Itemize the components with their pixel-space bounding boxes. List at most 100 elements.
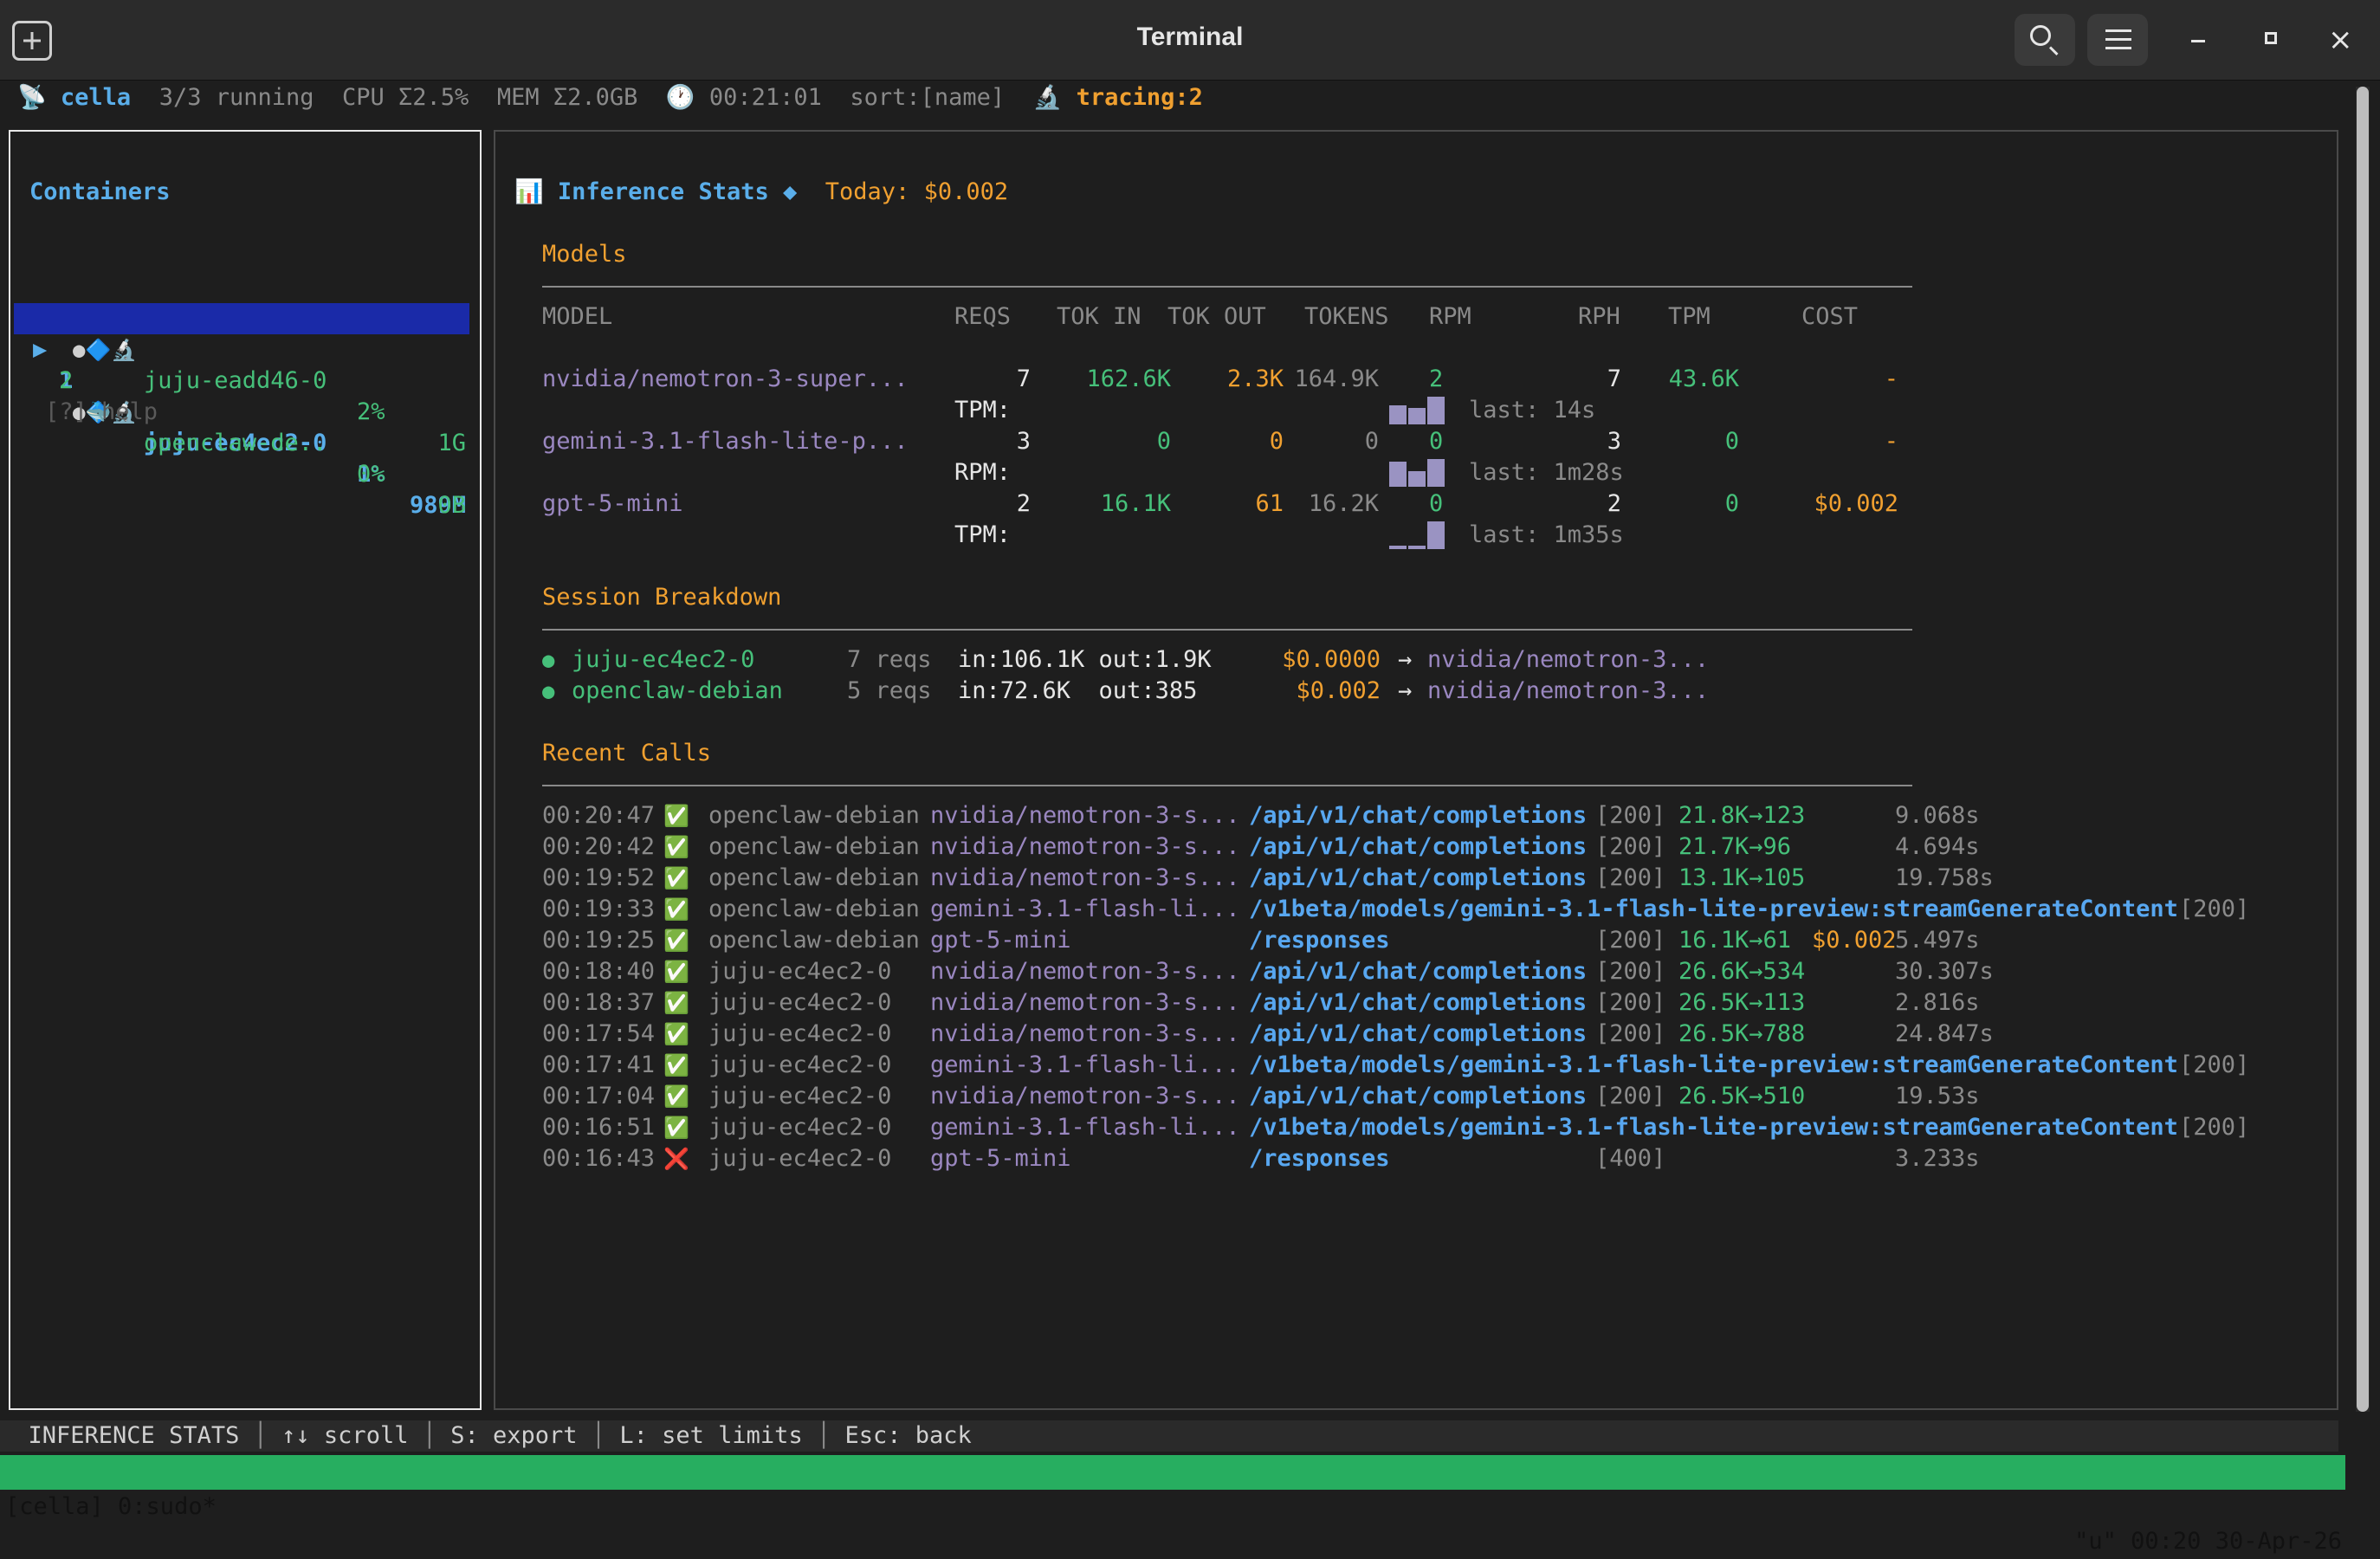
call-time: 00:19:52	[542, 864, 656, 891]
call-model: gemini-3.1-flash-li...	[930, 1051, 1240, 1078]
call-dur: 19.53s	[1895, 1083, 1980, 1109]
session-name: juju-ec4ec2-0	[572, 646, 755, 673]
call-path: /api/v1/chat/completions	[1249, 833, 1588, 860]
call-status: [200]	[1595, 833, 1666, 860]
key-set-limits: L: set limits	[619, 1422, 803, 1449]
session-heading: Session Breakdown	[542, 584, 782, 611]
call-path: /api/v1/chat/completions	[1249, 864, 1588, 891]
key-export: S: export	[450, 1422, 578, 1449]
call-time: 00:17:54	[542, 1020, 656, 1047]
call-time: 00:18:37	[542, 989, 656, 1016]
call-src: openclaw-debian	[708, 864, 920, 891]
sparkline	[1389, 459, 1445, 487]
status-line: 📡 cella 3/3 running CPU Σ2.5% MEM Σ2.0GB…	[17, 83, 1203, 114]
diamond-icon: ◆	[783, 178, 798, 205]
call-status: [200]	[2179, 1051, 2250, 1078]
col-cost: COST	[1801, 303, 1859, 330]
call-tokens: 21.7K→96	[1678, 833, 1792, 860]
call-dur: 19.758s	[1895, 864, 1994, 891]
search-button[interactable]	[2015, 14, 2075, 66]
call-ok: ✅	[663, 1022, 689, 1046]
tmux-clock: "u" 00:20 30-Apr-26	[2074, 1528, 2342, 1555]
uptime: 00:21:01	[708, 84, 822, 111]
key-scroll: ↑↓ scroll	[281, 1422, 409, 1449]
call-src: openclaw-debian	[708, 802, 920, 829]
call-src: juju-ec4ec2-0	[708, 1051, 892, 1078]
call-path: /v1beta/models/gemini-3.1-flash-lite-pre…	[1249, 896, 2178, 922]
help-hint[interactable]: [?] help	[45, 397, 158, 428]
call-ok: ✅	[663, 835, 689, 859]
call-model: nvidia/nemotron-3-s...	[930, 989, 1240, 1016]
spark-bar	[1408, 408, 1426, 424]
spark-bar	[1408, 546, 1426, 549]
call-time: 00:16:51	[542, 1114, 656, 1141]
key-hints-bar: INFERENCE STATS │ ↑↓ scroll │ S: export …	[0, 1420, 2338, 1452]
running-count: 3/3 running	[158, 84, 314, 111]
spark-bar	[1389, 546, 1407, 549]
col-model: MODEL	[542, 303, 613, 330]
call-ok: ✅	[663, 960, 689, 984]
containers-title: Containers	[29, 178, 171, 205]
call-ok: ✅	[663, 804, 689, 828]
call-ok: ✅	[663, 991, 689, 1015]
last-seen: last: 1m28s	[1469, 459, 1624, 486]
maximize-button[interactable]	[2265, 32, 2277, 44]
call-src: juju-ec4ec2-0	[708, 989, 892, 1016]
call-status: [200]	[1595, 1020, 1666, 1047]
container-name: openclaw-de..	[144, 430, 327, 456]
call-time: 00:18:40	[542, 958, 656, 985]
call-src: juju-ec4ec2-0	[708, 1020, 892, 1047]
spark-label: RPM:	[954, 459, 1012, 486]
call-time: 00:19:33	[542, 896, 656, 922]
call-time: 00:17:41	[542, 1051, 656, 1078]
antenna-icon: 📡	[17, 84, 47, 111]
call-path: /api/v1/chat/completions	[1249, 958, 1588, 985]
col-rph: RPH	[1578, 303, 1620, 330]
call-tokens: 13.1K→105	[1678, 864, 1806, 891]
container-cpu: 0%	[357, 461, 385, 488]
spark-bar	[1389, 462, 1407, 487]
call-time: 00:16:43	[542, 1145, 656, 1172]
tracing-count: tracing:2	[1076, 84, 1203, 111]
call-path: /api/v1/chat/completions	[1249, 989, 1588, 1016]
spark-label: TPM:	[954, 521, 1012, 548]
last-seen: last: 1m35s	[1469, 521, 1624, 548]
call-model: nvidia/nemotron-3-s...	[930, 864, 1240, 891]
divider	[542, 286, 1912, 288]
call-path: /responses	[1249, 927, 1390, 954]
inference-stats-panel: 📊 Inference Stats ◆ Today: $0.002 Models…	[494, 130, 2338, 1410]
chart-icon: 📊	[514, 178, 544, 205]
clock-icon: 🕐	[665, 84, 695, 111]
col-tok-in: TOK IN	[1057, 303, 1141, 330]
call-dur: 4.694s	[1895, 833, 1980, 860]
call-status: [200]	[1595, 1083, 1666, 1109]
call-src: openclaw-debian	[708, 927, 920, 954]
col-tok-out: TOK OUT	[1167, 303, 1266, 330]
call-cost: $0.002	[1812, 927, 1897, 954]
call-src: juju-ec4ec2-0	[708, 1083, 892, 1109]
container-row[interactable]: 2 ●🐳🔬 openclaw-de.. 0% 0B	[14, 334, 469, 553]
call-model: gpt-5-mini	[930, 927, 1071, 954]
menu-button[interactable]	[2087, 14, 2148, 66]
close-button[interactable]: ×	[2328, 23, 2353, 57]
spark-bar	[1427, 459, 1445, 487]
container-row-selected[interactable]: ▶ 1 ●🔷🔬 juju-ec4ec2-0 1% 989M	[14, 303, 469, 519]
call-dur: 9.068s	[1895, 802, 1980, 829]
minimize-button[interactable]	[2191, 40, 2205, 42]
scrollbar-thumb[interactable]	[2357, 87, 2369, 1412]
app-name: cella	[60, 84, 132, 111]
session-name: openclaw-debian	[572, 677, 783, 704]
call-time: 00:20:42	[542, 833, 656, 860]
call-model: gpt-5-mini	[930, 1145, 1071, 1172]
call-ok: ✅	[663, 928, 689, 953]
tmux-status-bar: [cella] 0:sudo* "u" 00:20 30-Apr-26	[0, 1455, 2345, 1555]
hamburger-icon	[2105, 29, 2131, 32]
spark-bar	[1389, 405, 1407, 424]
call-dur: 5.497s	[1895, 927, 1980, 954]
call-model: nvidia/nemotron-3-s...	[930, 833, 1240, 860]
sparkline	[1389, 521, 1445, 549]
call-path: /api/v1/chat/completions	[1249, 1020, 1588, 1047]
today-cost: Today: $0.002	[825, 178, 1009, 205]
divider	[542, 785, 1912, 786]
call-ok: ✅	[663, 866, 689, 890]
